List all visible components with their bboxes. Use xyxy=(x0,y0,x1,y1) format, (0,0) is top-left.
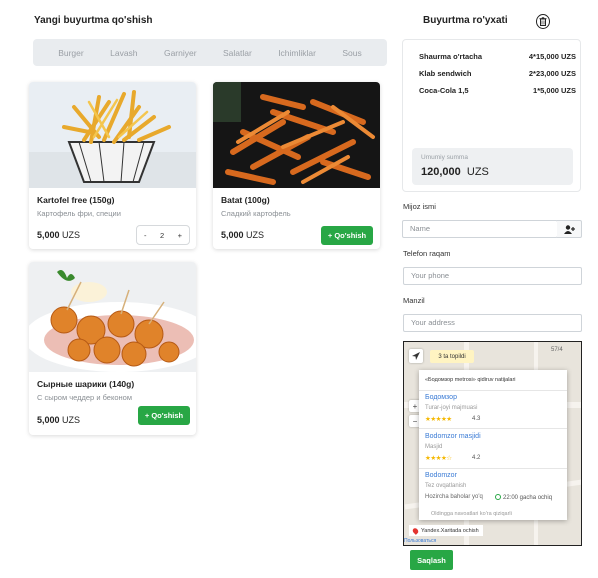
order-line: Shaurma o'rtacha 4*15,000 UZS xyxy=(419,52,576,61)
product-card-cheese-balls: Сырные шарики (140g) С сыром чеддер и бе… xyxy=(29,262,196,435)
name-label: Mijoz ismi xyxy=(403,202,436,211)
product-description: С сыром чеддер и беконом xyxy=(37,393,132,402)
location-arrow-icon[interactable] xyxy=(409,349,423,363)
order-item-name: Coca-Cola 1,5 xyxy=(419,86,469,95)
map-street-number: 57/4 xyxy=(551,347,563,353)
add-to-order-button[interactable]: + Qo'shish xyxy=(138,406,190,425)
address-input[interactable]: Your address xyxy=(403,314,582,332)
tab-garniyer[interactable]: Garniyer xyxy=(164,48,197,58)
open-in-yandex-link[interactable]: Yandex.Xaritada ochish xyxy=(409,525,483,536)
order-summary: Shaurma o'rtacha 4*15,000 UZS Klab sendw… xyxy=(402,39,581,192)
tab-salatlar[interactable]: Salatlar xyxy=(223,48,252,58)
product-description: Картофель фри, специи xyxy=(37,209,121,218)
result-rating: 4.2 xyxy=(472,455,481,461)
product-card-fries: Kartofel free (150g) Картофель фри, спец… xyxy=(29,82,196,249)
result-title[interactable]: Бодомзор xyxy=(425,394,457,401)
increment-button[interactable]: + xyxy=(178,231,182,240)
search-results-popup: «Бодомзор metrosi» qidiruv natijalari Бо… xyxy=(419,370,567,520)
product-image-cheese-balls xyxy=(29,262,196,372)
total-box: Umumiy summa 120,000 UZS xyxy=(412,148,573,185)
quantity-stepper[interactable]: - 2 + xyxy=(136,225,190,245)
price-value: 5,000 xyxy=(221,230,244,240)
product-name: Batat (100g) xyxy=(221,195,270,205)
product-image-fries xyxy=(29,82,196,188)
tab-ichimliklar[interactable]: Ichimliklar xyxy=(278,48,316,58)
total-value: 120,000 UZS xyxy=(421,166,489,178)
map-widget[interactable]: 57/4 3 ta topildi + − «Бодомзор metrosi»… xyxy=(403,341,582,546)
tab-sous[interactable]: Sous xyxy=(342,48,361,58)
tab-burger[interactable]: Burger xyxy=(58,48,84,58)
result-title[interactable]: Bodomzor masjidi xyxy=(425,433,481,440)
hours-text: 22:00 gacha ochiq xyxy=(503,495,553,501)
popup-footer: Oldingga navoatlari ko'ra qiziqarli xyxy=(431,511,512,517)
tab-lavash[interactable]: Lavash xyxy=(110,48,137,58)
user-plus-icon xyxy=(563,224,575,234)
price-currency: UZS xyxy=(62,415,81,425)
price-currency: UZS xyxy=(62,230,81,240)
total-amount: 120,000 xyxy=(421,166,461,178)
product-name: Kartofel free (150g) xyxy=(37,195,115,205)
rating-stars-icon: ★★★★★ xyxy=(425,416,452,423)
trash-icon[interactable] xyxy=(536,14,550,29)
divider xyxy=(419,390,567,391)
result-rating: 4.3 xyxy=(472,416,481,422)
order-item-qty: 2*23,000 UZS xyxy=(528,69,576,78)
phone-label: Telefon raqam xyxy=(403,249,451,258)
result-subtitle: Tez ovqatlanish xyxy=(425,483,467,489)
product-price: 5,000 UZS xyxy=(37,230,80,240)
divider xyxy=(419,428,567,429)
product-price: 5,000 UZS xyxy=(221,230,264,240)
total-label: Umumiy summa xyxy=(421,154,468,161)
credit-text: Yandex.Xaritada ochish xyxy=(421,527,479,534)
order-line: Klab sendwich 2*23,000 UZS xyxy=(419,69,576,78)
order-item-name: Shaurma o'rtacha xyxy=(419,52,483,61)
found-count-badge: 3 ta topildi xyxy=(430,350,474,363)
product-card-batat: Batat (100g) Сладкий картофель 5,000 UZS… xyxy=(213,82,380,249)
name-input[interactable]: Name xyxy=(402,220,558,238)
map-brand: Пользоваться xyxy=(404,538,437,544)
clock-icon xyxy=(495,494,501,500)
product-image-batat xyxy=(213,82,380,188)
price-currency: UZS xyxy=(246,230,265,240)
result-hours: 22:00 gacha ochiq xyxy=(495,494,552,501)
divider xyxy=(419,468,567,469)
quantity-value: 2 xyxy=(159,230,165,240)
result-note: Hozircha baholar yo'q xyxy=(425,494,483,500)
order-item-name: Klab sendwich xyxy=(419,69,472,78)
order-item-qty: 4*15,000 UZS xyxy=(528,52,576,61)
save-button[interactable]: Saqlash xyxy=(410,550,453,570)
order-item-qty: 1*5,000 UZS xyxy=(533,86,576,95)
add-customer-button[interactable] xyxy=(557,220,582,238)
add-to-order-button[interactable]: + Qo'shish xyxy=(321,226,373,245)
price-value: 5,000 xyxy=(37,230,60,240)
search-query: «Бодомзор metrosi» qidiruv natijalari xyxy=(425,377,516,383)
product-name: Сырные шарики (140g) xyxy=(37,379,135,389)
decrement-button[interactable]: - xyxy=(144,231,147,240)
result-subtitle: Masjid xyxy=(425,444,443,450)
map-pin-icon xyxy=(411,526,420,535)
category-tabs: Burger Lavash Garniyer Salatlar Ichimlik… xyxy=(33,39,387,66)
page-title-new-order: Yangi buyurtma qo'shish xyxy=(34,15,153,26)
rating-stars-icon: ★★★★☆ xyxy=(425,455,452,462)
result-subtitle: Turar-joyi majmuasi xyxy=(425,405,478,411)
product-price: 5,000 UZS xyxy=(37,415,80,425)
price-value: 5,000 xyxy=(37,415,60,425)
address-label: Manzil xyxy=(403,296,425,305)
order-list-title: Buyurtma ro'yxati xyxy=(423,15,508,26)
total-currency: UZS xyxy=(466,166,489,178)
phone-input[interactable]: Your phone xyxy=(403,267,582,285)
product-description: Сладкий картофель xyxy=(221,209,291,218)
result-title[interactable]: Bodomzor xyxy=(425,472,457,479)
order-line: Coca-Cola 1,5 1*5,000 UZS xyxy=(419,86,576,95)
